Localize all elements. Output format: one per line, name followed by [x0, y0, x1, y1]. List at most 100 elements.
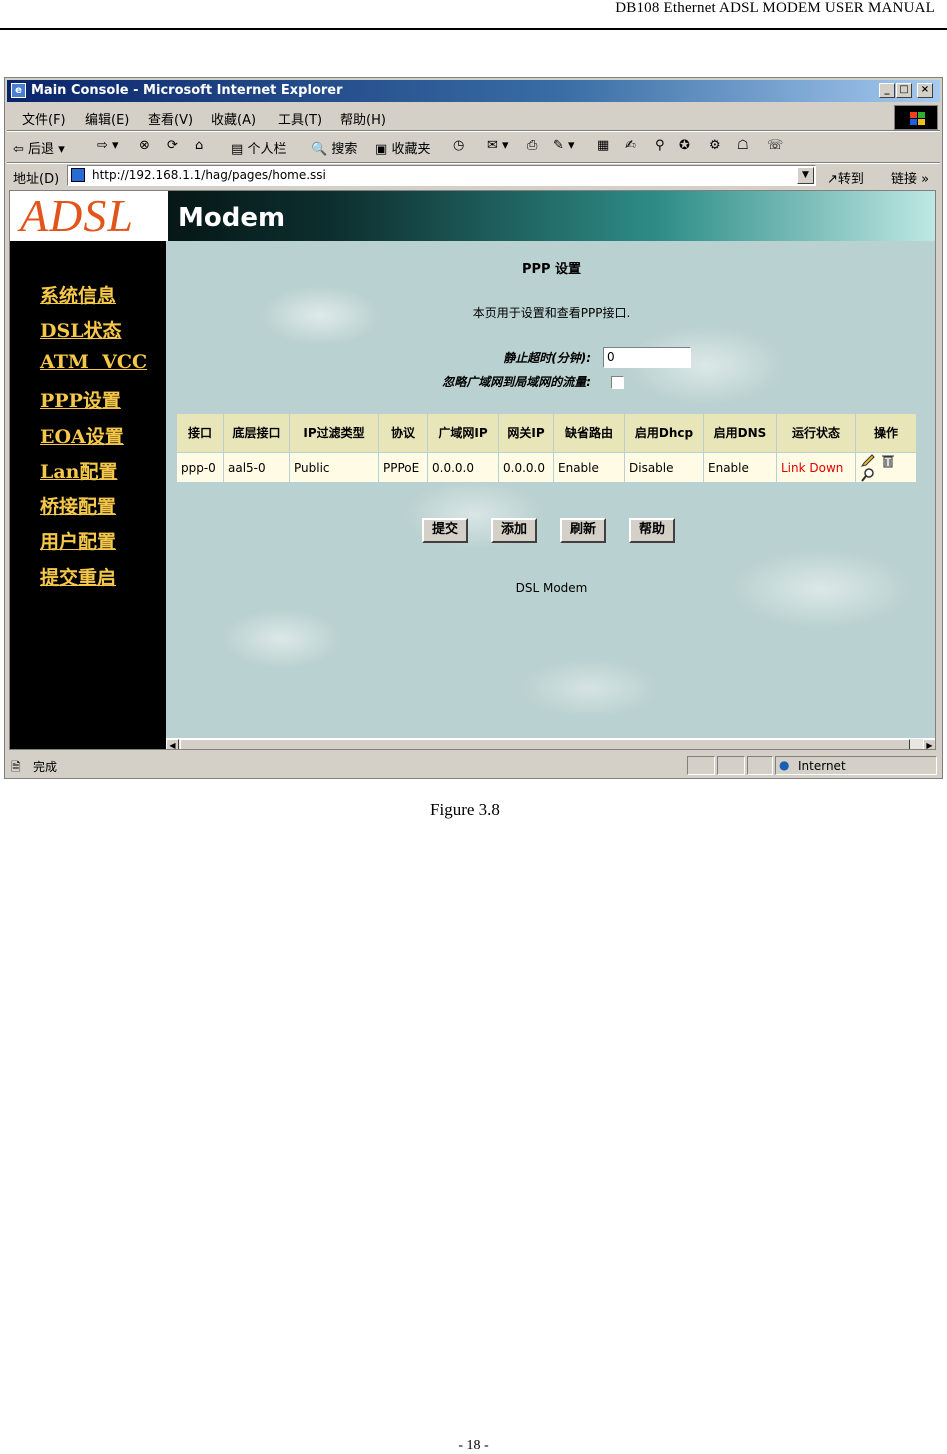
submit-button[interactable]: 提交: [422, 518, 468, 543]
menu-favorites[interactable]: 收藏(A): [211, 109, 256, 128]
back-button[interactable]: ⇦ 后退 ▾: [13, 138, 65, 157]
discuss-icon[interactable]: ▦: [597, 138, 609, 153]
personal-bar-icon: ▤: [231, 142, 244, 157]
favorites-icon: ▣: [375, 142, 388, 157]
cell-gateway-ip: 0.0.0.0: [498, 452, 554, 483]
back-label: 后退: [28, 142, 55, 157]
idle-timeout-input[interactable]: 0: [603, 347, 691, 368]
refresh-icon[interactable]: ⟳: [167, 138, 178, 153]
toolbar-separator: [7, 130, 940, 132]
favorites-button[interactable]: ▣ 收藏夹: [375, 138, 430, 157]
idle-timeout-label: 静止超时(分钟):: [503, 351, 591, 365]
col-status: 运行状态: [776, 413, 856, 453]
menu-edit[interactable]: 编辑(E): [85, 109, 129, 128]
cell-ip-filter: Public: [289, 452, 379, 483]
sidebar-item-ppp[interactable]: PPP设置: [40, 386, 121, 413]
sidebar-item-lan[interactable]: Lan配置: [40, 457, 118, 484]
url-text: http://192.168.1.1/hag/pages/home.ssi: [92, 168, 326, 182]
go-button[interactable]: ↗转到: [827, 168, 864, 187]
search-button[interactable]: 🔍 搜索: [311, 138, 357, 157]
document-header: DB108 Ethernet ADSL MODEM USER MANUAL: [615, 0, 935, 16]
status-bar: 🗎 完成 ● Internet: [7, 755, 940, 777]
view-magnifier-icon[interactable]: [860, 468, 876, 482]
status-cell-1: [687, 756, 715, 775]
table-header-row: 接口 底层接口 IP过滤类型 协议 广域网IP 网关IP 缺省路由 启用Dhcp…: [176, 413, 917, 453]
col-enable-dhcp: 启用Dhcp: [624, 413, 704, 453]
favorites-label: 收藏夹: [391, 142, 431, 157]
ie-app-icon: e: [11, 83, 26, 98]
status-cell-3: [747, 756, 773, 775]
adsl-logo: ADSL: [20, 190, 134, 241]
page-title: PPP 设置: [521, 262, 582, 277]
chat-icon[interactable]: ☏: [767, 138, 783, 153]
minimize-button[interactable]: _: [879, 83, 895, 98]
col-interface: 接口: [176, 413, 224, 453]
col-enable-dns: 启用DNS: [703, 413, 777, 453]
yahoo-icon[interactable]: ✪: [679, 138, 690, 153]
add-button[interactable]: 添加: [491, 518, 537, 543]
address-input[interactable]: http://192.168.1.1/hag/pages/home.ssi: [67, 165, 816, 186]
page-description: 本页用于设置和查看PPP接口.: [472, 306, 631, 320]
col-protocol: 协议: [378, 413, 428, 453]
edit-pencil-icon[interactable]: [860, 453, 876, 468]
back-arrow-icon: ⇦: [13, 142, 24, 157]
figure-caption: Figure 3.8: [430, 800, 500, 819]
ignore-wan-checkbox[interactable]: [611, 376, 624, 389]
tool-icon[interactable]: ⚙: [709, 138, 721, 153]
sidebar-item-system-info[interactable]: 系统信息: [40, 281, 116, 308]
sidebar-item-atm-vcc[interactable]: ATM VCC: [40, 351, 147, 373]
address-bar: 地址(D) http://192.168.1.1/hag/pages/home.…: [7, 164, 940, 188]
network-icon[interactable]: ☖: [737, 138, 749, 153]
standard-toolbar: ⇦ 后退 ▾ ⇨ ▾ ⊗ ⟳ ⌂ ▤ 个人栏 🔍 搜索 ▣ 收藏夹 ◷ ✉ ▾ …: [7, 133, 940, 161]
history-icon[interactable]: ◷: [453, 138, 464, 153]
page-content: ADSL Modem 系统信息 DSL状态 ATM VCC PPP设置 EOA设…: [9, 190, 936, 750]
scroll-right-icon[interactable]: ▶: [923, 739, 935, 749]
forward-button[interactable]: ⇨ ▾: [97, 138, 119, 153]
zone-cell: ● Internet: [775, 756, 937, 775]
zone-label: Internet: [798, 759, 846, 773]
help-button[interactable]: 帮助: [629, 518, 675, 543]
cell-actions: [855, 452, 917, 483]
sidebar-item-user[interactable]: 用户配置: [40, 527, 116, 554]
messenger-icon[interactable]: ✍: [625, 138, 636, 153]
edit-icon[interactable]: ✎ ▾: [553, 138, 575, 153]
header-rule: [0, 28, 947, 30]
cell-enable-dhcp: Disable: [624, 452, 704, 483]
scroll-thumb[interactable]: [180, 739, 910, 749]
col-default-route: 缺省路由: [553, 413, 625, 453]
browser-window: e Main Console - Microsoft Internet Expl…: [4, 77, 943, 779]
status-text: 完成: [33, 760, 58, 774]
print-icon[interactable]: ⎙: [527, 138, 537, 153]
links-button[interactable]: 链接 »: [891, 168, 929, 187]
close-button[interactable]: ×: [917, 83, 933, 98]
stop-icon[interactable]: ⊗: [139, 138, 150, 153]
address-label: 地址(D): [13, 172, 60, 187]
maximize-button[interactable]: □: [896, 83, 912, 98]
menu-file[interactable]: 文件(F): [22, 109, 66, 128]
table-row: ppp-0 aal5-0 Public PPPoE 0.0.0.0 0.0.0.…: [176, 452, 917, 483]
done-page-icon: 🗎: [11, 760, 21, 774]
research-icon[interactable]: ⚲: [655, 138, 665, 153]
windows-logo-icon: [894, 105, 938, 130]
globe-icon: ●: [779, 758, 790, 772]
modem-logo: Modem: [178, 203, 286, 233]
personal-bar-button[interactable]: ▤ 个人栏: [231, 138, 286, 157]
mail-icon[interactable]: ✉ ▾: [487, 138, 509, 153]
refresh-button[interactable]: 刷新: [560, 518, 606, 543]
delete-trash-icon[interactable]: [880, 454, 896, 468]
scroll-left-icon[interactable]: ◀: [166, 739, 179, 749]
sidebar-item-commit-reboot[interactable]: 提交重启: [40, 563, 116, 590]
ignore-wan-label: 忽略广域网到局域网的流量:: [442, 375, 591, 389]
page-number: - 18 -: [458, 1438, 489, 1453]
home-icon[interactable]: ⌂: [195, 138, 203, 153]
address-dropdown-button[interactable]: ▼: [797, 167, 814, 184]
menu-tools[interactable]: 工具(T): [278, 109, 322, 128]
horizontal-scrollbar[interactable]: ◀ ▶: [166, 738, 935, 749]
col-ip-filter: IP过滤类型: [289, 413, 379, 453]
sidebar-item-dsl-status[interactable]: DSL状态: [40, 316, 122, 343]
sidebar-item-eoa[interactable]: EOA设置: [40, 422, 124, 449]
menu-view[interactable]: 查看(V): [148, 109, 193, 128]
menu-help[interactable]: 帮助(H): [340, 109, 386, 128]
title-bar: e Main Console - Microsoft Internet Expl…: [7, 80, 940, 102]
sidebar-item-bridge[interactable]: 桥接配置: [40, 492, 116, 519]
